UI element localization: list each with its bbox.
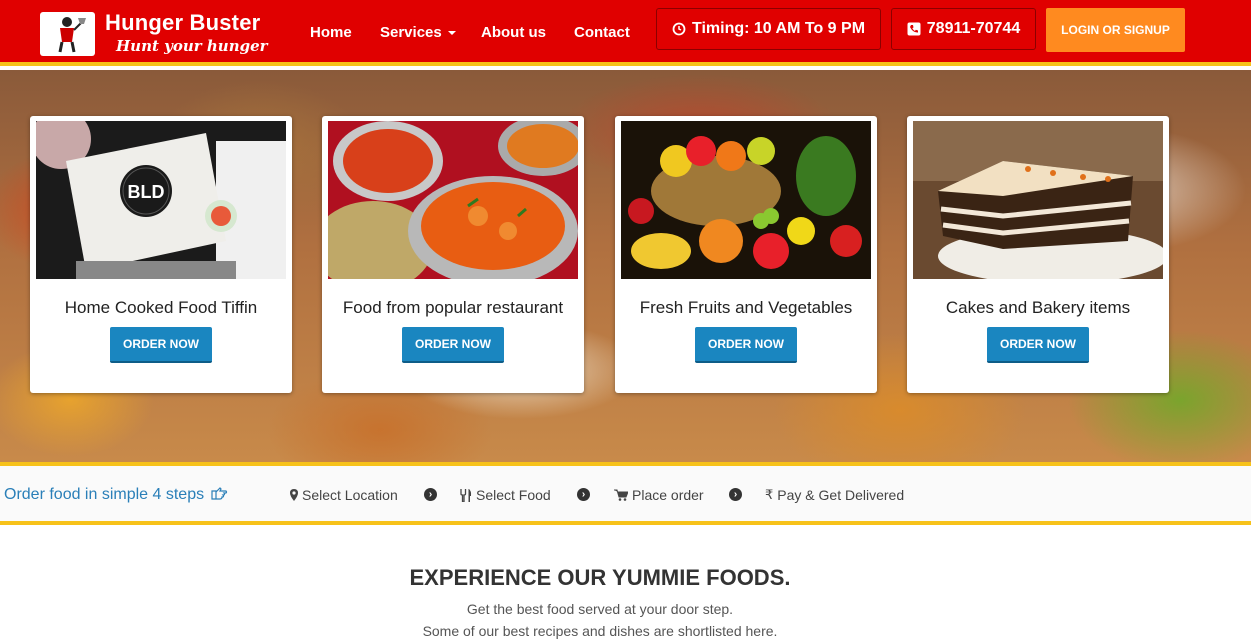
card-title: Food from popular restaurant [342,298,564,317]
card-title: Home Cooked Food Tiffin [64,298,258,317]
hero-background: BLD Home Cooked Food Tiffin ORDER NOW Fo… [0,70,1251,462]
clock-icon [672,22,686,36]
category-card-fruits[interactable]: Fresh Fruits and Vegetables ORDER NOW [615,116,877,393]
nav-contact[interactable]: Contact [574,24,630,41]
restaurant-curry-image [328,121,578,279]
chef-logo-icon[interactable] [40,12,95,56]
category-card-restaurant[interactable]: Food from popular restaurant ORDER NOW [322,116,584,393]
cart-icon [614,489,628,501]
timing-text: Timing: 10 AM To 9 PM [691,20,866,37]
nav-about[interactable]: About us [481,24,546,41]
step-select-location: Select Location [290,487,398,503]
cake-image [913,121,1163,279]
hand-point-right-icon [210,487,227,500]
step-select-food: Select Food [460,487,551,503]
category-card-cakes[interactable]: Cakes and Bakery items ORDER NOW [907,116,1169,393]
step-place-order: Place order [614,487,704,503]
timing-box: Timing: 10 AM To 9 PM [656,8,881,50]
step-label: Pay & Get Delivered [777,487,905,503]
order-now-button[interactable]: ORDER NOW [695,327,797,363]
steps-title-text: Order food in simple 4 steps [4,486,205,503]
step-label: Select Location [302,487,398,503]
caret-down-icon [447,31,456,36]
experience-line-1: Get the best food served at your door st… [466,601,734,617]
order-now-button[interactable]: ORDER NOW [402,327,504,363]
card-title: Fresh Fruits and Vegetables [639,298,853,317]
fruit-basket-image [621,121,871,279]
tiffin-box-label: BLD [128,182,165,202]
login-signup-button[interactable]: LOGIN OR SIGNUP [1046,8,1185,52]
brand-tagline: Hunt your hunger [116,37,268,55]
phone-box[interactable]: 78911-70744 [891,8,1036,50]
arrow-right-icon: › [577,488,590,501]
experience-heading: EXPERIENCE OUR YUMMIE FOODS. [409,565,791,590]
map-marker-icon [290,489,298,501]
rupee-icon: ₹ [765,487,774,502]
order-now-button[interactable]: ORDER NOW [110,327,212,363]
experience-line-2: Some of our best recipes and dishes are … [422,623,778,639]
tiffin-box-image: BLD [36,121,286,279]
order-now-button[interactable]: ORDER NOW [987,327,1089,363]
cutlery-icon [460,488,472,502]
arrow-right-icon: › [424,488,437,501]
step-pay-delivered: ₹ Pay & Get Delivered [765,487,904,503]
nav-home[interactable]: Home [310,24,352,41]
order-steps-bar: Order food in simple 4 steps Select Loca… [0,462,1251,525]
arrow-right-icon: › [729,488,742,501]
phone-icon [907,22,921,36]
phone-number: 78911-70744 [926,20,1021,37]
steps-title: Order food in simple 4 steps [4,486,228,504]
step-label: Select Food [476,487,551,503]
nav-services-label: Services [380,24,442,41]
brand-name[interactable]: Hunger Buster [105,10,260,36]
nav-services[interactable]: Services [380,24,456,41]
step-label: Place order [632,487,704,503]
site-header: Hunger Buster Hunt your hunger Home Serv… [0,0,1251,66]
card-title: Cakes and Bakery items [945,298,1131,317]
category-card-tiffin[interactable]: BLD Home Cooked Food Tiffin ORDER NOW [30,116,292,393]
